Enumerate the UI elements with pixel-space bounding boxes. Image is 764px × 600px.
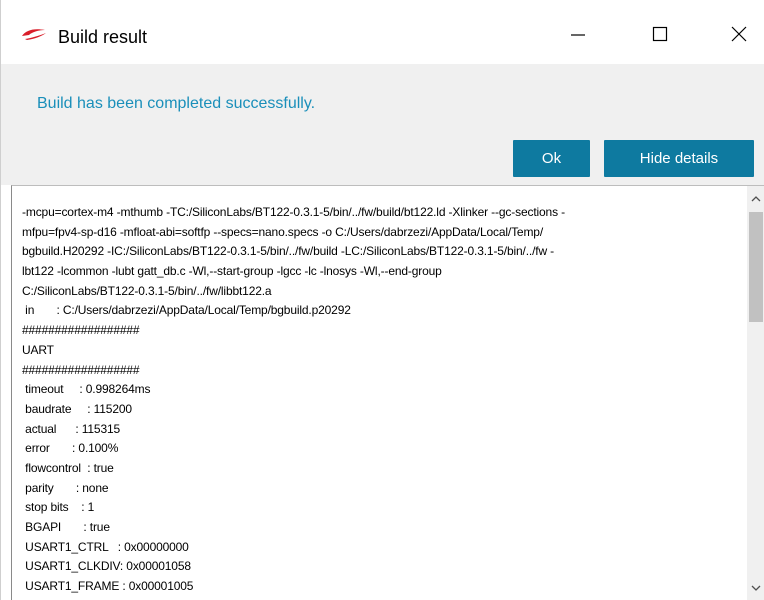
- log-line: parity : none: [22, 480, 109, 495]
- build-result-window: Build result Build has been completed su…: [0, 0, 764, 600]
- log-line: ##################: [22, 323, 140, 338]
- status-panel: Build has been completed successfully. O…: [1, 64, 764, 185]
- log-line: USART1_CLKDIV: 0x00001058: [22, 559, 191, 574]
- scroll-up-button[interactable]: [747, 186, 764, 212]
- log-line: mfpu=fpv4-sp-d16 -mfloat-abi=softfp --sp…: [22, 224, 544, 239]
- close-icon: [731, 26, 747, 47]
- log-line: in : C:/Users/dabrzezi/AppData/Local/Tem…: [22, 303, 351, 318]
- window-title: Build result: [58, 27, 148, 47]
- log-line: actual : 115315: [22, 421, 121, 436]
- scroll-up-arrow-icon: [751, 190, 761, 208]
- log-line: -mcpu=cortex-m4 -mthumb -TC:/SiliconLabs…: [22, 205, 565, 219]
- log-line: flowcontrol : true: [22, 460, 114, 475]
- log-line: USART1_FRAME : 0x00001005: [22, 579, 194, 594]
- log-line: bgbuild.H20292 -IC:/SiliconLabs/BT122-0.…: [22, 244, 555, 259]
- log-line: timeout : 0.998264ms: [22, 382, 151, 397]
- log-line: BGAPI : true: [22, 520, 110, 534]
- minimize-button[interactable]: [548, 12, 608, 60]
- log-line: USART1_CTRL : 0x00000000: [22, 539, 189, 554]
- vertical-scrollbar[interactable]: [747, 186, 764, 600]
- log-line: lbt122 -lcommon -lubt gatt_db.c -Wl,--st…: [22, 264, 442, 279]
- log-line: stop bits : 1: [22, 500, 95, 515]
- log-line: UART: [22, 342, 54, 357]
- ok-button[interactable]: Ok: [513, 140, 590, 177]
- title-bar[interactable]: Build result: [1, 0, 764, 64]
- scroll-down-button[interactable]: [747, 575, 764, 600]
- minimize-icon: [570, 26, 586, 47]
- silicon-labs-logo-icon: [21, 27, 47, 41]
- log-line: error : 0.100%: [22, 441, 119, 456]
- maximize-button[interactable]: [630, 12, 690, 60]
- build-status-message: Build has been completed successfully.: [37, 95, 316, 112]
- scrollbar-thumb[interactable]: [749, 212, 763, 322]
- log-line: ##################: [22, 362, 140, 377]
- hide-details-button[interactable]: Hide details: [604, 140, 754, 177]
- build-details-log[interactable]: -mcpu=cortex-m4 -mthumb -TC:/SiliconLabs…: [11, 185, 764, 600]
- close-button[interactable]: [709, 12, 764, 60]
- log-line: C:/SiliconLabs/BT122-0.3.1-5/bin/../fw/l…: [22, 283, 272, 298]
- log-line: baudrate : 115200: [22, 401, 132, 416]
- maximize-icon: [652, 26, 668, 47]
- log-text: -mcpu=cortex-m4 -mthumb -TC:/SiliconLabs…: [22, 203, 742, 600]
- scroll-down-arrow-icon: [751, 579, 761, 597]
